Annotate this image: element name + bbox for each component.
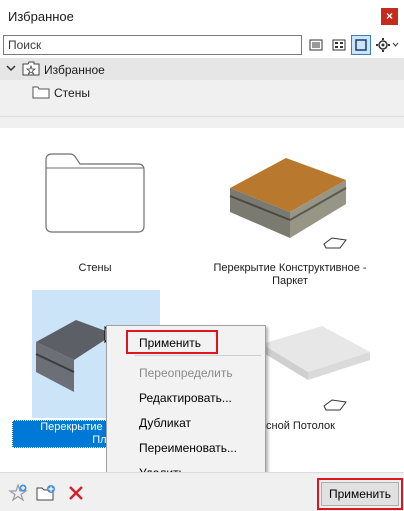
title-bar: Избранное × <box>0 0 404 32</box>
tile-slab-selected[interactable] <box>34 314 114 397</box>
menu-item-duplicate[interactable]: Дубликат <box>139 416 191 430</box>
tile-slab-parquet[interactable] <box>228 154 348 243</box>
menu-separator <box>135 355 261 356</box>
apply-button[interactable]: Применить <box>321 482 399 506</box>
menu-item-edit[interactable]: Редактировать... <box>139 391 232 405</box>
search-input[interactable] <box>3 35 302 55</box>
folder-icon <box>45 153 145 233</box>
menu-item-rename[interactable]: Переименовать... <box>139 441 237 455</box>
add-favorite-icon[interactable] <box>8 483 28 503</box>
tile-label: сной Потолок <box>266 420 335 432</box>
folder-icon <box>32 86 50 99</box>
slab-parquet-thumbnail <box>229 158 347 238</box>
slab-tool-icon <box>323 237 347 249</box>
slab-tool-icon <box>323 399 347 411</box>
star-folder-icon <box>22 61 40 76</box>
delete-icon[interactable] <box>68 485 84 501</box>
tile-walls-folder[interactable] <box>40 150 148 237</box>
search-row <box>0 32 404 58</box>
tree-root-row[interactable]: Избранное <box>0 58 404 80</box>
tile-label: Перекрытие Конструктивное - Паркет <box>213 262 367 287</box>
tile-label: Стены <box>78 262 112 274</box>
bottom-toolbar: Применить <box>0 472 404 511</box>
settings-gear-icon[interactable] <box>373 35 401 55</box>
menu-item-redefine: Переопределить <box>139 366 233 380</box>
list-view-icon[interactable] <box>306 35 326 55</box>
large-icon-view-icon[interactable] <box>351 35 371 55</box>
tree-root-label: Избранное <box>44 63 105 77</box>
tree-item-walls[interactable]: Стены <box>54 86 90 100</box>
pane-divider[interactable] <box>0 116 404 128</box>
ceiling-thumbnail <box>262 326 370 380</box>
window-title: Избранное <box>8 9 74 24</box>
menu-item-apply[interactable]: Применить <box>139 336 201 350</box>
context-menu: Применить Переопределить Редактировать..… <box>106 325 266 485</box>
favorites-tree: Избранное Стены <box>0 58 404 116</box>
slab-concrete-thumbnail <box>35 320 114 392</box>
close-icon[interactable]: × <box>381 8 398 25</box>
new-folder-icon[interactable] <box>36 483 58 503</box>
grid-view-icon[interactable] <box>329 35 349 55</box>
chevron-down-icon[interactable] <box>6 63 16 73</box>
tile-ceiling[interactable] <box>262 324 372 387</box>
